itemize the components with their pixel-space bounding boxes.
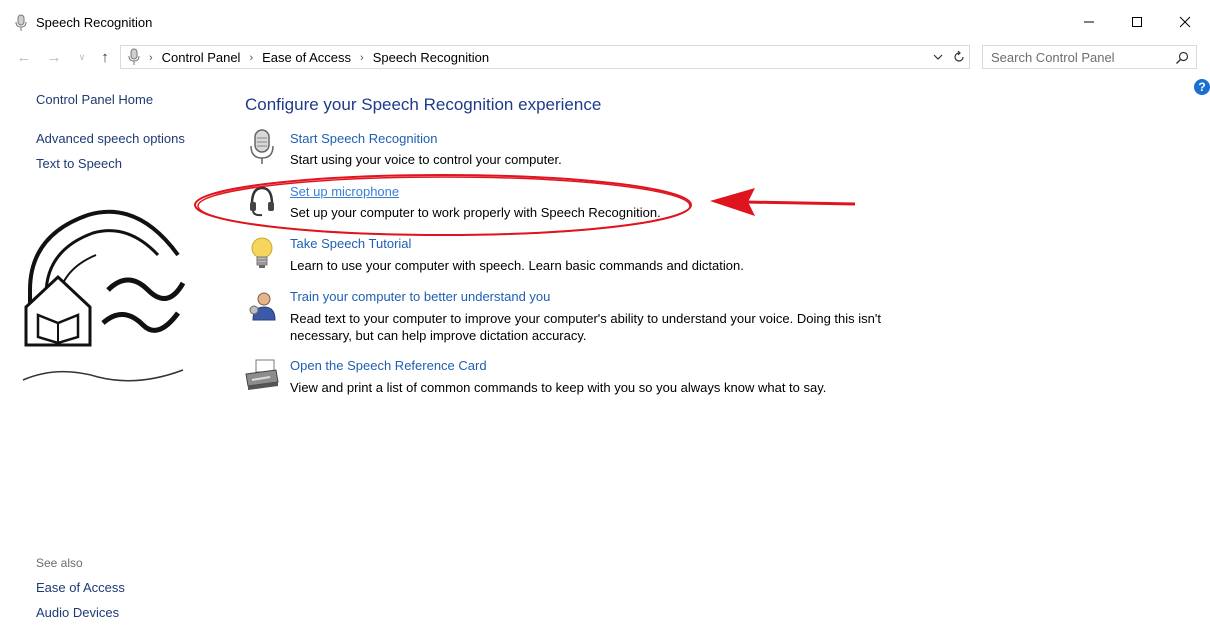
task-description: Read text to your computer to improve yo… [290,311,881,343]
arrow-left-icon: ← [16,48,32,66]
microphone-icon [250,129,274,164]
text-to-speech-link[interactable]: Text to Speech [36,156,122,171]
refresh-icon[interactable] [951,49,967,65]
up-button[interactable]: ↑ [95,47,115,67]
chevron-down-icon: ∨ [78,51,86,62]
task-description: Start using your voice to control your c… [290,152,562,167]
microphone-icon [15,14,27,31]
search-input[interactable]: Search Control Panel [991,50,1115,65]
chevron-right-icon: › [149,51,153,64]
institution-logo [22,209,186,382]
address-bar[interactable]: › Control Panel › Ease of Access › Speec… [120,45,970,69]
take-speech-tutorial-link[interactable]: Take Speech Tutorial [290,236,411,251]
ease-of-access-link[interactable]: Ease of Access [36,580,125,595]
control-panel-home-link[interactable]: Control Panel Home [36,92,153,107]
breadcrumb-control-panel[interactable]: Control Panel [162,50,241,65]
user-icon [249,292,276,321]
task-description: Learn to use your computer with speech. … [290,258,744,273]
open-speech-reference-card-link[interactable]: Open the Speech Reference Card [290,358,487,373]
headset-icon [250,186,274,217]
arrow-right-icon: → [46,48,62,66]
task-description: View and print a list of common commands… [290,380,827,395]
title-bar: Speech Recognition [0,0,1210,44]
chevron-right-icon: › [360,51,364,64]
advanced-speech-options-link[interactable]: Advanced speech options [36,131,185,146]
forward-button[interactable]: → [44,47,64,67]
search-box[interactable]: Search Control Panel [982,45,1197,69]
search-icon[interactable] [1174,50,1190,66]
help-icon: ? [1198,80,1206,94]
microphone-icon [128,48,140,65]
lightbulb-icon [251,237,273,268]
breadcrumb-ease-of-access[interactable]: Ease of Access [262,50,351,65]
close-button[interactable] [1170,10,1200,34]
recent-locations-button[interactable]: ∨ [72,47,92,67]
set-up-microphone-link[interactable]: Set up microphone [290,184,399,199]
minimize-button[interactable] [1074,10,1104,34]
arrow-up-icon: ↑ [101,48,109,66]
task-description: Set up your computer to work properly wi… [290,205,661,220]
printer-icon [245,359,279,390]
start-speech-recognition-link[interactable]: Start Speech Recognition [290,131,437,146]
page-title: Configure your Speech Recognition experi… [245,95,602,114]
back-button[interactable]: ← [14,47,34,67]
see-also-heading: See also [36,556,83,570]
breadcrumb: › Control Panel › Ease of Access › Speec… [149,50,489,65]
train-computer-link[interactable]: Train your computer to better understand… [290,289,550,304]
chevron-down-icon[interactable] [930,49,946,65]
audio-devices-link[interactable]: Audio Devices [36,605,119,620]
close-icon [1179,16,1191,28]
breadcrumb-speech-recognition[interactable]: Speech Recognition [373,50,489,65]
maximize-icon [1132,17,1142,27]
window-title: Speech Recognition [36,15,153,30]
chevron-right-icon: › [249,51,254,64]
maximize-button[interactable] [1122,10,1152,34]
minimize-icon [1084,21,1094,23]
help-button[interactable]: ? [1194,79,1210,95]
